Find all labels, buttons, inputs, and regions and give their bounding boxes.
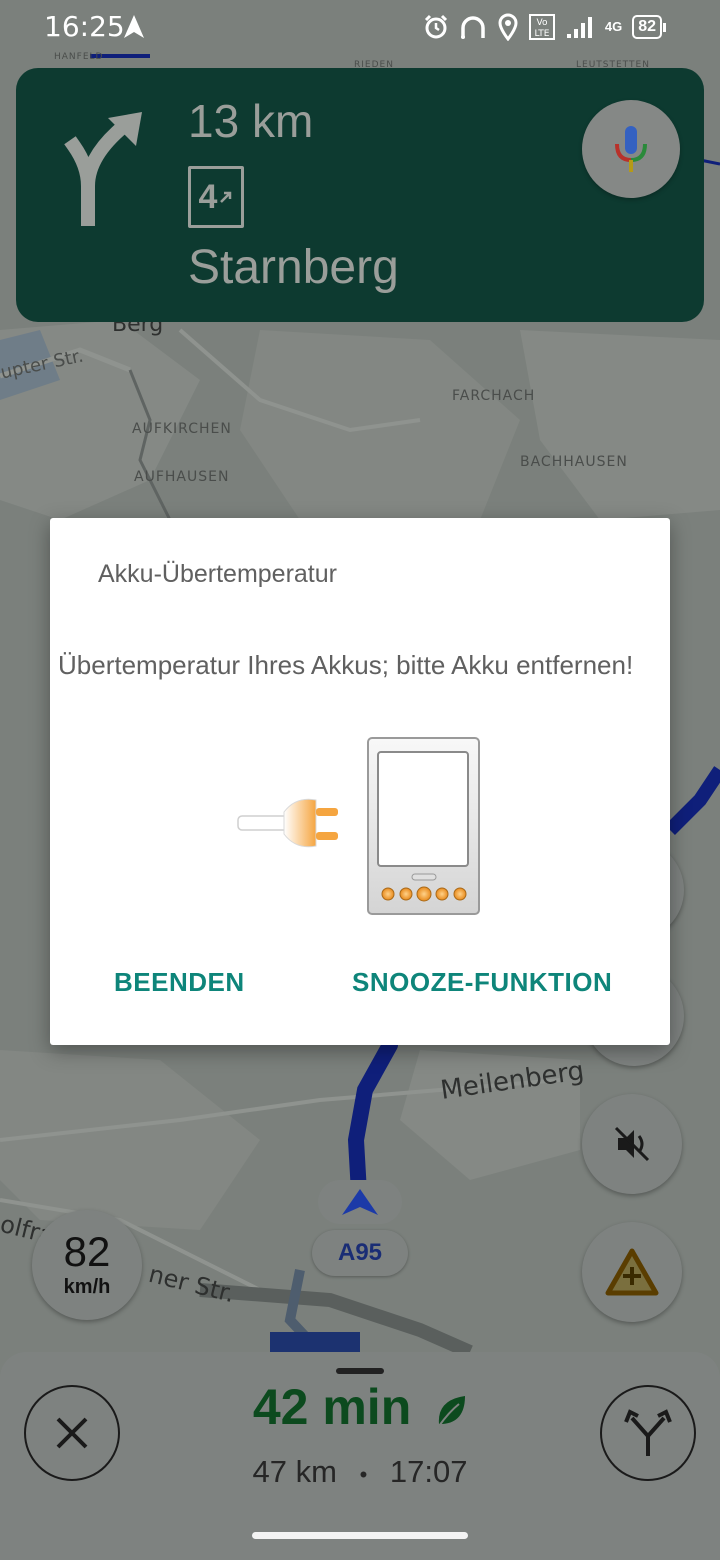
volume-off-icon	[614, 1126, 650, 1162]
location-pin-icon	[498, 13, 518, 41]
mute-button[interactable]	[582, 1094, 682, 1194]
current-location-marker	[318, 1180, 402, 1224]
battery-icon: 82	[632, 15, 666, 39]
status-bar: 16:25 Vo LTE 4G 82	[0, 0, 720, 54]
alarm-icon	[424, 14, 447, 39]
headphones-icon	[460, 16, 485, 39]
speed-unit: km/h	[63, 1276, 111, 1298]
home-indicator[interactable]	[252, 1532, 468, 1539]
turn-slight-right-icon	[64, 112, 142, 226]
fork-routes-icon	[624, 1409, 672, 1456]
snooze-button[interactable]: SNOOZE-FUNKTION	[352, 967, 612, 998]
warning-add-icon	[605, 1248, 659, 1296]
current-speed: 82 km/h	[32, 1210, 142, 1320]
quit-button[interactable]: BEENDEN	[114, 967, 245, 998]
eco-leaf-icon	[435, 1382, 467, 1440]
map-label-hanfeld: HANFELD	[54, 52, 104, 62]
road-shield: A95	[312, 1230, 408, 1276]
status-time: 16:25	[44, 10, 125, 43]
exit-number: 4	[198, 177, 218, 216]
exit-sign: 4	[188, 166, 244, 228]
svg-text:LTE: LTE	[534, 29, 549, 39]
svg-text:Vo: Vo	[536, 18, 547, 28]
unplug-charger-illustration	[237, 737, 480, 915]
battery-overheat-dialog: Akku-Übertemperatur Übertemperatur Ihres…	[50, 518, 670, 1045]
exit-arrow-icon	[220, 191, 232, 203]
destination-name: Starnberg	[188, 241, 399, 294]
speed-value: 82	[63, 1228, 111, 1275]
map-label-bachhausen: BACHHAUSEN	[520, 454, 628, 470]
eta-duration: 42 min	[252, 1379, 412, 1435]
voice-search-button[interactable]	[582, 100, 680, 198]
drag-handle[interactable]	[336, 1368, 384, 1374]
map-label-farchach: FARCHACH	[452, 388, 536, 404]
navigation-arrow-icon	[124, 15, 144, 38]
navigation-instruction-card[interactable]: 13 km 4 Starnberg	[16, 68, 704, 322]
alternate-routes-button[interactable]	[600, 1385, 696, 1481]
trip-summary-panel[interactable]: 42 min 47 km • 17:07	[0, 1352, 720, 1560]
battery-level: 82	[632, 15, 662, 39]
map-label-aufhausen: AUFHAUSEN	[134, 469, 230, 485]
navigation-chevron-icon	[342, 1189, 378, 1215]
arrival-time: 17:07	[389, 1454, 468, 1489]
maneuver-distance: 13 km	[188, 95, 314, 147]
dialog-title: Akku-Übertemperatur	[98, 560, 337, 588]
status-icons: Vo LTE 4G 82	[423, 12, 666, 42]
network-type: 4G	[604, 19, 623, 34]
report-incident-button[interactable]	[582, 1222, 682, 1322]
map-label-aufkirchen: AUFKIRCHEN	[132, 421, 232, 437]
dialog-message: Übertemperatur Ihres Akkus; bitte Akku e…	[58, 650, 634, 680]
remaining-distance: 47 km	[252, 1454, 337, 1489]
signal-icon	[566, 17, 592, 38]
volte-icon: Vo LTE	[528, 14, 555, 40]
microphone-icon	[615, 126, 647, 172]
eta-separator: •	[359, 1462, 368, 1487]
